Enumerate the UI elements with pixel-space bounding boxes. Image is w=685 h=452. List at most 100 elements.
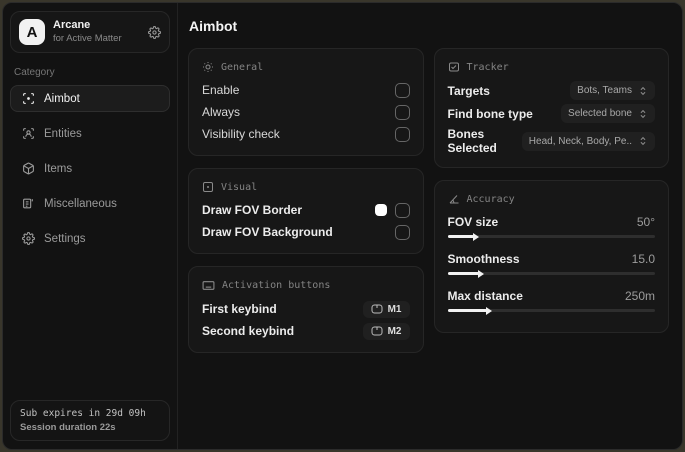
setting-row-enable: Enable xyxy=(202,79,410,101)
slider-thumb[interactable] xyxy=(485,306,492,315)
entities-icon xyxy=(21,127,35,140)
first-keybind-button[interactable]: M1 xyxy=(362,300,410,318)
setting-row-visibility-check: Visibility check xyxy=(202,123,410,145)
list-icon xyxy=(21,197,35,210)
sidebar-item-label: Aimbot xyxy=(44,92,80,105)
sidebar-item-aimbot[interactable]: Aimbot xyxy=(10,85,170,112)
right-column: Tracker Targets Bots, Teams Find bone ty… xyxy=(433,48,669,353)
left-column: General Enable Always Visibility check V… xyxy=(188,48,424,353)
slider-thumb[interactable] xyxy=(477,269,484,278)
category-label: Category xyxy=(14,67,55,78)
card-header-label: Accuracy xyxy=(466,193,515,205)
general-card-header: General xyxy=(202,61,410,73)
sub-expires-text: Sub expires in 29d 09h xyxy=(20,408,146,419)
setting-label: Targets xyxy=(447,83,490,98)
chevrons-up-down-icon xyxy=(638,109,648,119)
visibility-check-checkbox[interactable] xyxy=(394,126,410,142)
setting-label: FOV size xyxy=(447,215,499,229)
slider-fill xyxy=(447,306,492,315)
smoothness-slider[interactable] xyxy=(447,269,655,278)
draw-fov-border-checkbox[interactable] xyxy=(394,202,410,218)
brand-text: Arcane for Active Matter xyxy=(53,19,140,45)
fov-size-slider[interactable] xyxy=(447,232,655,241)
subscription-card: Sub expires in 29d 09h Session duration … xyxy=(10,400,170,441)
sidebar: A Arcane for Active Matter Category Aimb… xyxy=(3,3,178,449)
second-keybind-button[interactable]: M2 xyxy=(362,322,410,340)
brand-subtitle: for Active Matter xyxy=(53,32,122,44)
activation-buttons-card: Activation buttons First keybind M1 Seco… xyxy=(188,266,424,353)
chevrons-up-down-icon xyxy=(638,86,648,96)
slider-value: 50° xyxy=(636,215,655,229)
page-title: Aimbot xyxy=(189,18,238,34)
slider-fill xyxy=(447,232,480,241)
setting-label: Find bone type xyxy=(447,106,533,121)
select-value: Head, Neck, Body, Pe.. xyxy=(528,135,632,147)
sidebar-item-label: Miscellaneous xyxy=(44,197,117,210)
bones-selected-select[interactable]: Head, Neck, Body, Pe.. xyxy=(521,131,655,151)
max-distance-slider[interactable] xyxy=(447,306,655,315)
sidebar-item-items[interactable]: Items xyxy=(10,155,170,182)
visual-card: Visual Draw FOV Border Draw FOV Backgrou… xyxy=(188,168,424,254)
fov-border-color-swatch[interactable] xyxy=(374,204,387,216)
setting-row-fov-size: FOV size 50° xyxy=(447,211,655,241)
card-header-label: Visual xyxy=(221,181,258,193)
sidebar-item-settings[interactable]: Settings xyxy=(10,225,170,252)
setting-row-always: Always xyxy=(202,101,410,123)
sidebar-item-label: Entities xyxy=(44,127,82,140)
setting-row-max-distance: Max distance 250m xyxy=(447,285,655,315)
sidebar-nav: Aimbot Entities Items Miscellaneous Sett… xyxy=(10,85,170,252)
setting-label: Visibility check xyxy=(202,127,280,141)
setting-label: Enable xyxy=(202,83,240,97)
activation-card-header: Activation buttons xyxy=(202,279,410,292)
card-header-label: Activation buttons xyxy=(222,280,331,291)
draw-fov-background-checkbox[interactable] xyxy=(394,224,410,240)
card-header-label: Tracker xyxy=(466,61,509,73)
app-window: A Arcane for Active Matter Category Aimb… xyxy=(2,2,683,450)
setting-row-first-keybind: First keybind M1 xyxy=(202,298,410,320)
always-checkbox[interactable] xyxy=(394,104,410,120)
setting-label: Max distance xyxy=(447,289,523,303)
keybind-value: M1 xyxy=(387,303,402,315)
brand-settings-button[interactable] xyxy=(148,25,161,39)
setting-label: First keybind xyxy=(202,302,277,316)
targets-select[interactable]: Bots, Teams xyxy=(570,81,655,100)
sidebar-item-miscellaneous[interactable]: Miscellaneous xyxy=(10,190,170,217)
tracker-icon xyxy=(448,61,460,73)
keyboard-icon xyxy=(202,279,215,292)
setting-row-targets: Targets Bots, Teams xyxy=(447,79,655,102)
enable-checkbox[interactable] xyxy=(394,82,410,98)
slider-thumb[interactable] xyxy=(473,232,480,241)
view-icon xyxy=(202,181,214,193)
setting-label: Second keybind xyxy=(202,324,295,338)
select-value: Selected bone xyxy=(568,108,632,119)
setting-row-bones-selected: Bones Selected Head, Neck, Body, Pe.. xyxy=(447,125,655,157)
setting-row-second-keybind: Second keybind M2 xyxy=(202,320,410,342)
setting-row-draw-fov-border: Draw FOV Border xyxy=(202,199,410,221)
slider-value: 15.0 xyxy=(631,252,655,266)
gear-icon xyxy=(21,232,35,245)
accuracy-card: Accuracy FOV size 50° Smoothness 15.0 Ma… xyxy=(433,180,669,333)
slider-fill xyxy=(447,269,484,278)
setting-label: Bones Selected xyxy=(447,127,497,155)
general-card: General Enable Always Visibility check xyxy=(188,48,424,156)
accuracy-card-header: Accuracy xyxy=(448,193,656,205)
card-header-label: General xyxy=(221,61,264,73)
session-duration-text: Session duration 22s xyxy=(20,422,116,433)
sidebar-item-label: Items xyxy=(44,162,73,175)
sun-icon xyxy=(202,61,214,73)
setting-label: Draw FOV Background xyxy=(202,225,333,239)
find-bone-type-select[interactable]: Selected bone xyxy=(561,104,655,123)
angle-icon xyxy=(448,193,460,205)
tracker-card-header: Tracker xyxy=(448,61,656,73)
brand-card: A Arcane for Active Matter xyxy=(10,11,170,53)
setting-row-smoothness: Smoothness 15.0 xyxy=(447,248,655,278)
sidebar-item-entities[interactable]: Entities xyxy=(10,120,170,147)
mouse-icon xyxy=(371,326,383,336)
main-content: Aimbot General Enable Always Visibility … xyxy=(178,3,682,449)
setting-row-find-bone-type: Find bone type Selected bone xyxy=(447,102,655,125)
visual-card-header: Visual xyxy=(202,181,410,193)
chevrons-up-down-icon xyxy=(638,136,648,146)
brand-name: Arcane xyxy=(53,19,91,32)
setting-label: Smoothness xyxy=(447,252,520,266)
setting-row-draw-fov-background: Draw FOV Background xyxy=(202,221,410,243)
